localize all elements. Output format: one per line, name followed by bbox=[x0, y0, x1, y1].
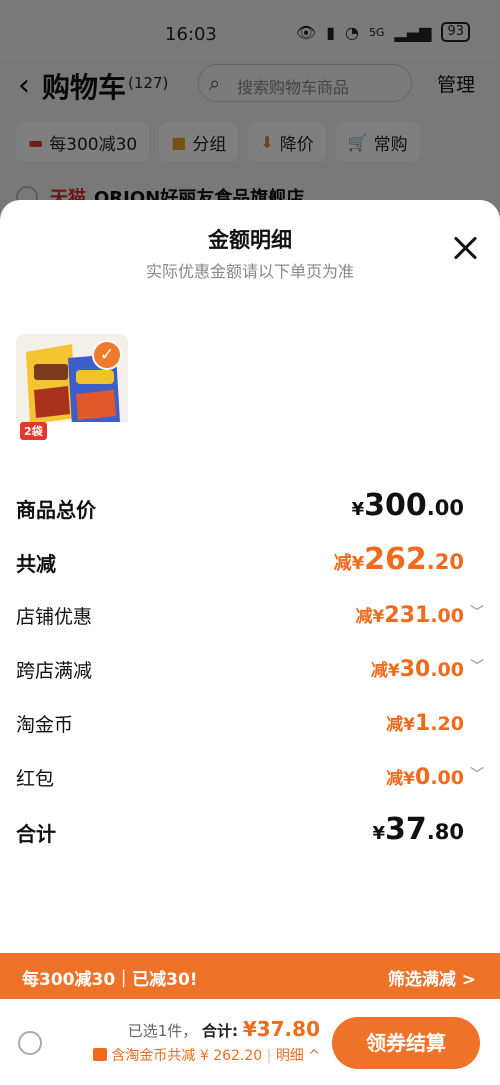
row-store-discount[interactable]: 店铺优惠 减¥231.00 ﹀ bbox=[0, 588, 500, 642]
row-value: 减¥0.00 bbox=[386, 765, 464, 790]
deduct-text: 含淘金币共减 ¥ 262.20 bbox=[111, 1048, 263, 1064]
total-label: 合计: bbox=[202, 1022, 239, 1040]
checkout-bar: 已选1件， 合计: ¥37.80 含淘金币共减 ¥ 262.20 | 明细 ^ … bbox=[0, 999, 500, 1085]
product-thumbnail[interactable]: 2袋 ✓ bbox=[16, 334, 128, 446]
selected-count: 已选1件， bbox=[127, 1022, 198, 1040]
coin-bag-icon bbox=[93, 1048, 108, 1061]
row-label: 店铺优惠 bbox=[16, 606, 93, 628]
select-all-radio[interactable] bbox=[18, 1031, 42, 1055]
amount-detail-sheet: 金额明细 实际优惠金额请以下单页为准 2袋 ✓ 商品总价 ¥300.00 共减 … bbox=[0, 200, 500, 1085]
detail-link[interactable]: 明细 ^ bbox=[276, 1048, 320, 1064]
row-label: 商品总价 bbox=[16, 498, 96, 522]
row-value: 减¥1.20 bbox=[386, 711, 464, 736]
checkout-button[interactable]: 领券结算 bbox=[332, 1017, 480, 1069]
deduct-summary[interactable]: 含淘金币共减 ¥ 262.20 | 明细 ^ bbox=[93, 1045, 320, 1065]
chevron-down-icon[interactable]: ﹀ bbox=[470, 656, 484, 676]
sheet-title: 金额明细 bbox=[208, 228, 292, 252]
sheet-subtitle: 实际优惠金额请以下单页为准 bbox=[145, 262, 354, 281]
selected-summary: 已选1件， 合计: ¥37.80 bbox=[128, 1017, 320, 1041]
row-red-packet[interactable]: 红包 减¥0.00 ﹀ bbox=[0, 750, 500, 804]
checkmark-icon[interactable]: ✓ bbox=[92, 340, 122, 370]
promo-bar: 每300减30｜已减30! 筛选满减 > bbox=[0, 953, 500, 999]
row-label: 共减 bbox=[16, 552, 56, 576]
filter-full-discount-link[interactable]: 筛选满减 > bbox=[388, 965, 476, 990]
row-label: 红包 bbox=[16, 768, 55, 790]
row-value: ¥300.00 bbox=[351, 488, 464, 523]
chevron-down-icon[interactable]: ﹀ bbox=[470, 602, 484, 622]
chevron-down-icon[interactable]: ﹀ bbox=[470, 764, 484, 784]
row-coins: 淘金币 减¥1.20 bbox=[0, 696, 500, 750]
row-label: 合计 bbox=[16, 822, 56, 846]
row-value: ¥37.80 bbox=[372, 812, 464, 847]
row-original-price: 商品总价 ¥300.00 bbox=[0, 480, 500, 534]
row-value: 减¥262.20 bbox=[333, 542, 464, 577]
total-value: ¥37.80 bbox=[242, 1017, 320, 1041]
row-value: 减¥30.00 bbox=[370, 657, 464, 682]
row-grand-total: 合计 ¥37.80 bbox=[0, 804, 500, 858]
close-icon[interactable] bbox=[452, 234, 480, 262]
row-total-discount: 共减 减¥262.20 bbox=[0, 534, 500, 588]
row-label: 跨店满减 bbox=[16, 660, 93, 682]
quantity-tag: 2袋 bbox=[20, 422, 47, 440]
row-label: 淘金币 bbox=[16, 714, 74, 736]
amount-rows: 商品总价 ¥300.00 共减 减¥262.20 店铺优惠 减¥231.00 ﹀… bbox=[0, 480, 500, 858]
promo-text: 每300减30｜已减30! bbox=[22, 970, 198, 990]
row-cross-store-discount[interactable]: 跨店满减 减¥30.00 ﹀ bbox=[0, 642, 500, 696]
row-value: 减¥231.00 bbox=[355, 603, 464, 628]
